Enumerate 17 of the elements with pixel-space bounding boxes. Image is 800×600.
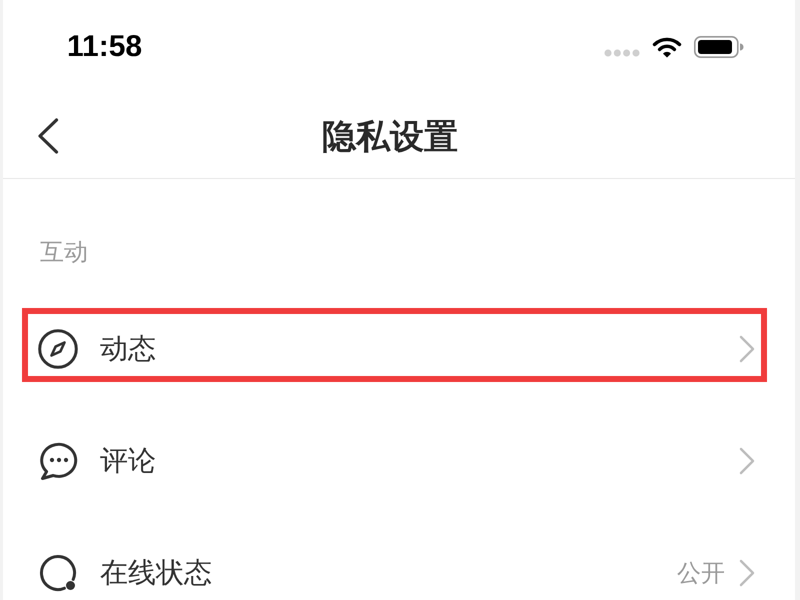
setting-label[interactable]: 评论 <box>100 443 156 479</box>
section-header: 互动 <box>40 237 88 267</box>
speech-bubble-icon <box>38 441 78 481</box>
status-time: 11:58 <box>67 30 142 64</box>
setting-label[interactable]: 在线状态 <box>100 555 212 591</box>
battery-icon <box>694 36 744 58</box>
page-title: 隐私设置 <box>322 116 458 159</box>
chevron-icon[interactable] <box>739 559 755 587</box>
chevron-icon[interactable] <box>739 447 755 475</box>
ring-dot-icon <box>38 553 78 593</box>
wifi-icon <box>652 36 682 58</box>
setting-value: 公开 <box>677 558 725 588</box>
chevron-icon[interactable] <box>739 335 755 363</box>
compass-icon <box>38 329 78 369</box>
signal-icon <box>604 49 640 57</box>
back-icon[interactable] <box>37 118 59 154</box>
setting-label[interactable]: 动态 <box>100 331 156 367</box>
